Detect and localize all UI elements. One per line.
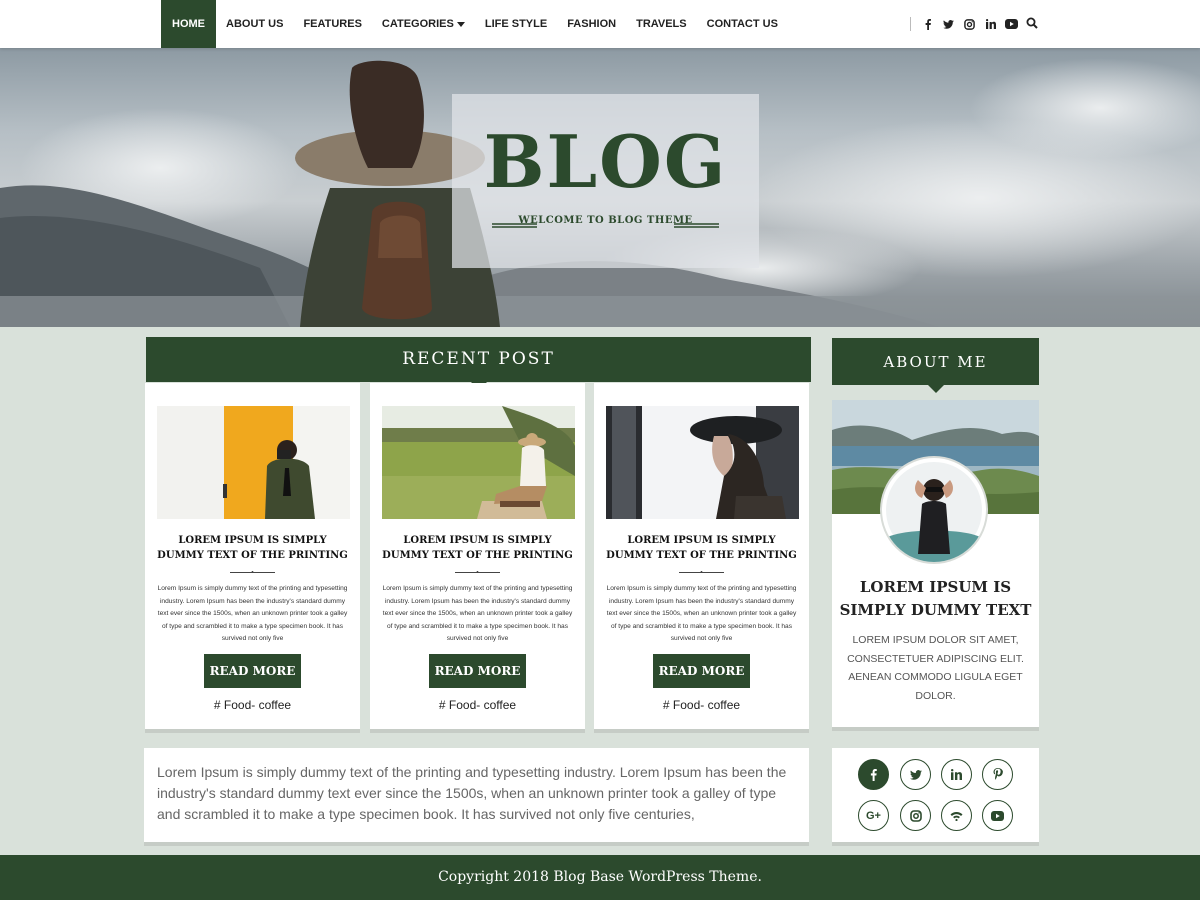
divider [679, 572, 724, 573]
nav-item-home[interactable]: HOME [161, 0, 216, 48]
post-image[interactable] [382, 406, 575, 519]
site-title: BLOG [483, 119, 728, 204]
post-category-tag[interactable]: # Food- coffee [594, 698, 809, 712]
nav-item-categories-label: CATEGORIES [381, 18, 454, 30]
about-me-widget: LOREM IPSUM IS SIMPLY DUMMY TEXT LOREM I… [832, 400, 1039, 731]
caret-down-icon [456, 21, 465, 27]
recent-post-heading: RECENT POST [146, 337, 811, 390]
divider [910, 17, 911, 31]
about-description: LOREM IPSUM DOLOR SIT AMET, CONSECTETUER… [847, 634, 1024, 702]
intro-paragraph: Lorem Ipsum is simply dummy text of the … [157, 764, 787, 822]
post-card: LOREM IPSUM IS SIMPLY DUMMY TEXT OF THE … [594, 383, 809, 733]
site-tagline: WELCOME TO BLOG THEME [518, 215, 693, 226]
about-me-heading: ABOUT ME [832, 338, 1039, 393]
instagram-icon[interactable] [900, 800, 931, 831]
post-card: LOREM IPSUM IS SIMPLY DUMMY TEXT OF THE … [370, 383, 585, 733]
social-links-widget: G+ [832, 748, 1039, 846]
about-me-heading-text: ABOUT ME [883, 353, 988, 371]
hero-banner: BLOG WELCOME TO BLOG THEME [0, 48, 1200, 327]
footer: Copyright 2018 Blog Base WordPress Theme… [0, 855, 1200, 900]
post-category-tag[interactable]: # Food- coffee [145, 698, 360, 712]
linkedin-icon[interactable] [941, 759, 972, 790]
pinterest-icon[interactable] [982, 759, 1013, 790]
read-more-button[interactable]: READ MORE [429, 654, 526, 688]
facebook-icon[interactable] [858, 759, 889, 790]
post-image[interactable] [606, 406, 799, 519]
top-navigation: HOME ABOUT US FEATURES CATEGORIES LIFE S… [0, 0, 1200, 48]
linkedin-icon[interactable] [980, 16, 1001, 32]
nav-item-features[interactable]: FEATURES [293, 0, 371, 48]
heading-arrow [927, 385, 944, 393]
youtube-icon[interactable] [982, 800, 1013, 831]
divider [230, 572, 275, 573]
twitter-icon[interactable] [938, 16, 959, 32]
copyright-text: Copyright 2018 Blog Base WordPress Theme… [438, 869, 762, 885]
about-name: LOREM IPSUM IS SIMPLY DUMMY TEXT [839, 578, 1032, 619]
nav-item-fashion[interactable]: FASHION [557, 0, 626, 48]
search-icon[interactable] [1026, 16, 1044, 32]
google-plus-icon[interactable]: G+ [858, 800, 889, 831]
recent-post-heading-text: RECENT POST [402, 349, 555, 369]
divider [455, 572, 500, 573]
main-menu: HOME ABOUT US FEATURES CATEGORIES LIFE S… [161, 0, 788, 48]
nav-item-life-style[interactable]: LIFE STYLE [475, 0, 557, 48]
avatar[interactable] [882, 458, 986, 562]
instagram-icon[interactable] [959, 16, 980, 32]
header-social-links [910, 0, 1022, 48]
post-card: LOREM IPSUM IS SIMPLY DUMMY TEXT OF THE … [145, 383, 360, 733]
intro-text-box: Lorem Ipsum is simply dummy text of the … [144, 748, 809, 846]
site-logo[interactable]: BLOG WELCOME TO BLOG THEME [452, 94, 759, 268]
youtube-icon[interactable] [1001, 16, 1022, 32]
nav-item-contact-us[interactable]: CONTACT US [697, 0, 788, 48]
nav-item-about-us[interactable]: ABOUT US [216, 0, 293, 48]
facebook-icon[interactable] [917, 16, 938, 32]
wifi-icon[interactable] [941, 800, 972, 831]
post-excerpt: Lorem Ipsum is simply dummy text of the … [157, 585, 348, 643]
post-image[interactable] [157, 406, 350, 519]
twitter-icon[interactable] [900, 759, 931, 790]
post-excerpt: Lorem Ipsum is simply dummy text of the … [606, 585, 797, 643]
nav-item-categories[interactable]: CATEGORIES [372, 0, 475, 48]
read-more-button[interactable]: READ MORE [204, 654, 301, 688]
post-category-tag[interactable]: # Food- coffee [370, 698, 585, 712]
read-more-button[interactable]: READ MORE [653, 654, 750, 688]
post-excerpt: Lorem Ipsum is simply dummy text of the … [382, 585, 573, 643]
nav-item-travels[interactable]: TRAVELS [626, 0, 697, 48]
